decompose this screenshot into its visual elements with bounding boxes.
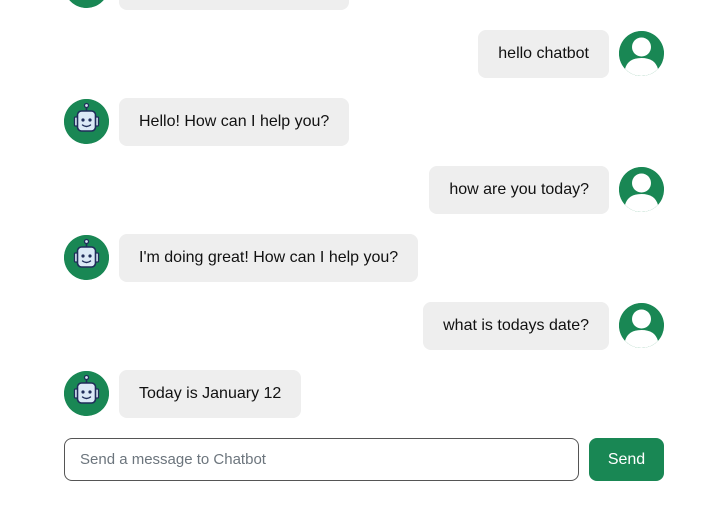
message-bubble: how are you today? [429,166,609,214]
message-bubble [119,0,349,10]
message-composer: Send [64,438,664,481]
message-bubble: what is todays date? [423,302,609,350]
message-bubble: hello chatbot [478,30,609,78]
message-input[interactable] [64,438,579,481]
user-icon [619,31,664,76]
user-icon [619,303,664,348]
message-row-bot [64,0,664,10]
message-row-user: how are you today? [64,166,664,214]
message-bubble: Today is January 12 [119,370,302,418]
robot-icon [64,99,109,144]
message-row-bot: Today is January 12 [64,370,664,418]
message-bubble: Hello! How can I help you? [119,98,350,146]
message-bubble: I'm doing great! How can I help you? [119,234,419,282]
message-row-bot: Hello! How can I help you? [64,98,664,146]
message-row-user: hello chatbot [64,30,664,78]
message-row-bot: I'm doing great! How can I help you? [64,234,664,282]
robot-icon [64,371,109,416]
user-icon [619,167,664,212]
message-row-user: what is todays date? [64,302,664,350]
chat-window: hello chatbot Hello! How can I help you? [0,0,705,525]
robot-icon [64,235,109,280]
robot-icon [64,0,109,8]
send-button[interactable]: Send [589,438,664,481]
